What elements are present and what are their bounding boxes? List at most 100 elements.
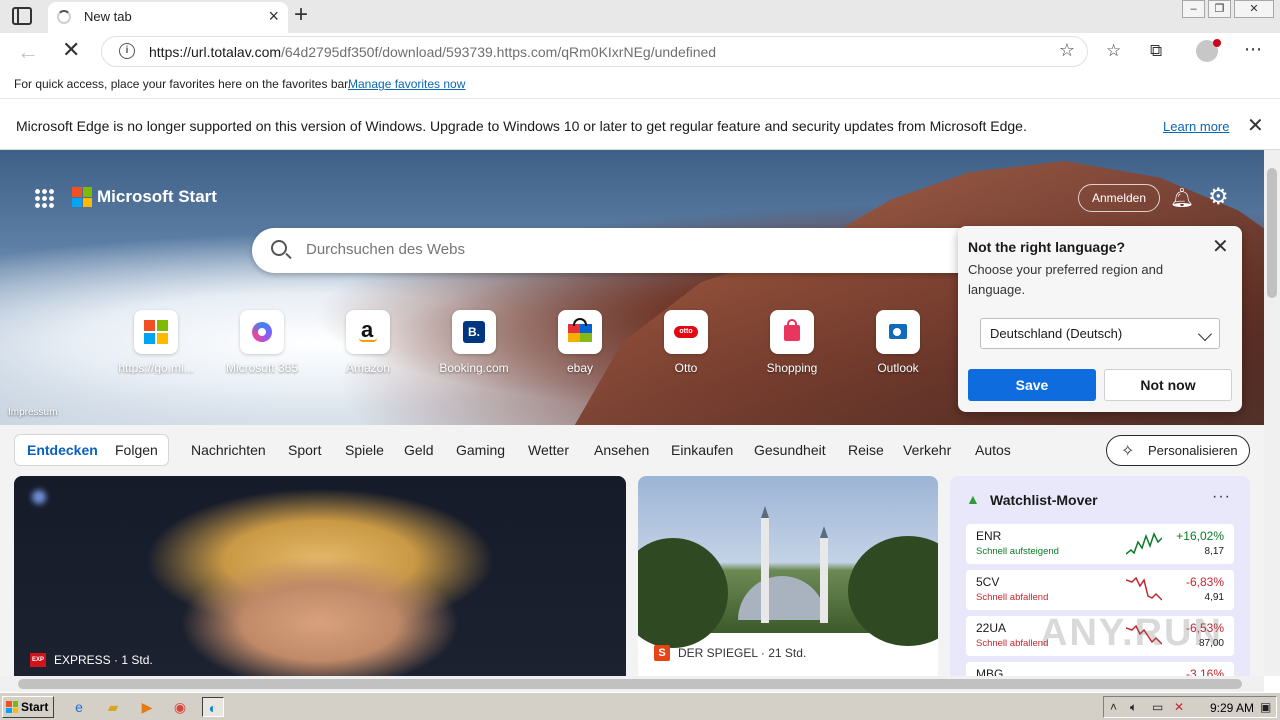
tile-ebay[interactable]: ebay — [530, 310, 630, 375]
stock-change: +16,02% — [1176, 529, 1224, 543]
minimize-icon[interactable]: – — [1182, 0, 1205, 18]
category-nachrichten[interactable]: Nachrichten — [191, 442, 266, 458]
favorites-icon[interactable]: ☆ — [1106, 41, 1121, 61]
ebay-icon — [558, 310, 602, 354]
edge-icon[interactable]: ◐ — [202, 697, 224, 717]
category-gaming[interactable]: Gaming — [456, 442, 505, 458]
chrome-icon[interactable]: ◉ — [169, 697, 191, 717]
tab-actions-icon[interactable] — [12, 7, 32, 25]
category-wetter[interactable]: Wetter — [528, 442, 569, 458]
tile-outlook[interactable]: Outlook — [848, 310, 948, 375]
region-language-select[interactable]: Deutschland (Deutsch) — [980, 318, 1220, 349]
watchlist-row[interactable]: MBG -3,16% — [966, 662, 1234, 676]
security-alert-icon[interactable]: ✕ — [1174, 700, 1184, 714]
learn-more-link[interactable]: Learn more — [1163, 119, 1229, 134]
infobar-close-icon[interactable]: ✕ — [1247, 113, 1264, 138]
personalize-button[interactable]: ✧ Personalisieren — [1106, 435, 1250, 466]
new-tab-page: Microsoft Start Anmelden 🔔︎ ⚙ https://go… — [0, 150, 1264, 676]
category-verkehr[interactable]: Verkehr — [903, 442, 951, 458]
folder-icon[interactable]: ▰ — [102, 697, 124, 717]
address-bar[interactable]: i https://url.totalav.com/64d2795df350f/… — [101, 36, 1088, 67]
internet-explorer-icon[interactable]: e — [68, 697, 90, 717]
show-desktop-icon[interactable]: ▣ — [1260, 700, 1271, 714]
category-gesundheit[interactable]: Gesundheit — [754, 442, 826, 458]
tile-label: Amazon — [345, 361, 391, 375]
popup-description: Choose your preferred region and languag… — [968, 262, 1164, 297]
tab-folgen[interactable]: Folgen — [115, 442, 158, 458]
restore-icon[interactable]: ❐ — [1208, 0, 1231, 18]
collections-icon[interactable]: ⧉ — [1150, 41, 1162, 61]
story-source-label: DER SPIEGEL · 21 Std. — [678, 646, 807, 660]
category-autos[interactable]: Autos — [975, 442, 1011, 458]
category-geld[interactable]: Geld — [404, 442, 434, 458]
language-popup: Not the right language? ✕ Choose your pr… — [958, 226, 1242, 412]
new-tab-icon[interactable]: + — [294, 2, 308, 28]
tile-shopping[interactable]: Shopping — [742, 310, 842, 375]
tile-label: Shopping — [766, 361, 818, 375]
watchlist-row[interactable]: 5CV Schnell abfallend -6,83% 4,91 — [966, 570, 1234, 610]
tab-entdecken[interactable]: Entdecken — [27, 442, 98, 458]
tile-amazon[interactable]: a Amazon — [318, 310, 418, 375]
feed-toggle: Entdecken Folgen — [14, 434, 169, 466]
back-icon[interactable]: ← — [17, 39, 39, 65]
volume-icon[interactable]: 🔈︎ — [1130, 700, 1137, 715]
impressum-link[interactable]: Impressum — [8, 407, 57, 418]
story-source-label: EXPRESS · 1 Std. — [54, 653, 153, 667]
media-player-icon[interactable]: ▶ — [136, 697, 158, 717]
stop-loading-icon[interactable]: ✕ — [62, 37, 80, 63]
tile-otto[interactable]: otto Otto — [636, 310, 736, 375]
more-menu-icon[interactable]: ⋯ — [1244, 39, 1262, 60]
notifications-bell-icon[interactable]: 🔔︎ — [1170, 186, 1194, 210]
tile-booking[interactable]: B. Booking.com — [424, 310, 524, 375]
close-window-icon[interactable]: ✕ — [1234, 0, 1274, 18]
tab-close-icon[interactable]: × — [268, 7, 279, 25]
settings-gear-icon[interactable]: ⚙ — [1208, 183, 1229, 210]
app-launcher-icon[interactable] — [34, 188, 54, 208]
vertical-scroll-thumb[interactable] — [1267, 168, 1277, 298]
start-button[interactable]: Start — [2, 696, 54, 718]
stock-symbol: MBG — [976, 667, 1004, 676]
start-label: Start — [21, 700, 49, 714]
microsoft-tile-icon — [134, 310, 178, 354]
web-search-box[interactable] — [252, 228, 1010, 273]
profile-avatar[interactable] — [1196, 39, 1221, 62]
tab-new-tab[interactable]: New tab × — [48, 2, 288, 33]
add-favorite-icon[interactable]: ☆ — [1059, 40, 1075, 61]
watchlist-row[interactable]: ENR Schnell aufsteigend +16,02% 8,17 — [966, 524, 1234, 564]
favorites-bar: For quick access, place your favorites h… — [0, 71, 1280, 98]
stock-price: 8,17 — [1204, 546, 1224, 557]
category-spiele[interactable]: Spiele — [345, 442, 384, 458]
search-input[interactable] — [306, 241, 906, 258]
signin-button[interactable]: Anmelden — [1078, 184, 1160, 212]
horizontal-scroll-thumb[interactable] — [18, 679, 1242, 689]
story-card-mosque[interactable]: S DER SPIEGEL · 21 Std. — [638, 476, 938, 676]
not-now-button[interactable]: Not now — [1104, 369, 1232, 401]
tray-expand-icon[interactable]: ˄ — [1110, 700, 1117, 714]
more-options-icon[interactable]: ··· — [1212, 488, 1231, 506]
url-text[interactable]: https://url.totalav.com/64d2795df350f/do… — [149, 44, 716, 60]
horizontal-scrollbar[interactable] — [0, 676, 1264, 692]
anyrun-watermark: ANY.RUN — [1040, 612, 1223, 654]
category-reise[interactable]: Reise — [848, 442, 884, 458]
chevron-down-icon — [1197, 326, 1213, 342]
tile-label: Microsoft 365 — [225, 361, 299, 375]
watchlist-title[interactable]: Watchlist-Mover — [990, 492, 1098, 508]
category-sport[interactable]: Sport — [288, 442, 321, 458]
network-icon[interactable]: ▭ — [1152, 700, 1163, 714]
vertical-scrollbar[interactable] — [1264, 150, 1280, 676]
brand-title[interactable]: Microsoft Start — [97, 187, 217, 207]
site-info-icon[interactable]: i — [119, 43, 135, 59]
category-ansehen[interactable]: Ansehen — [594, 442, 649, 458]
save-button[interactable]: Save — [968, 369, 1096, 401]
tile-microsoft[interactable]: https://go.mi... — [106, 310, 206, 375]
tile-microsoft-365[interactable]: Microsoft 365 — [212, 310, 312, 375]
windows-flag-icon — [6, 701, 18, 713]
search-icon — [271, 240, 287, 256]
story-card-main[interactable]: EXP EXPRESS · 1 Std. — [14, 476, 626, 676]
category-einkaufen[interactable]: Einkaufen — [671, 442, 733, 458]
loading-spinner-icon — [57, 10, 71, 24]
popup-close-icon[interactable]: ✕ — [1212, 234, 1229, 259]
manage-favorites-link[interactable]: Manage favorites now — [348, 77, 465, 91]
stock-symbol: 5CV — [976, 575, 1000, 589]
sparkle-icon: ✧ — [1121, 443, 1135, 460]
